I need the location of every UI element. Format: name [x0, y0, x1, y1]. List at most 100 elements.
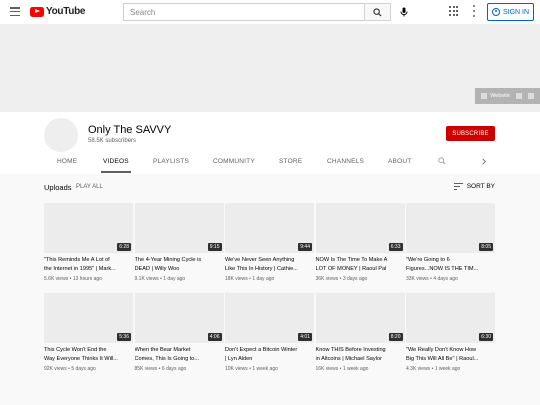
video-thumbnail[interactable]: 4:06	[134, 293, 224, 343]
video-thumbnail[interactable]: 6:33	[315, 203, 405, 253]
video-title[interactable]: "This Reminds Me A Lot of the Internet in…	[44, 256, 133, 273]
video-title-line: This Cycle Won't End the	[44, 347, 107, 353]
search-button[interactable]	[364, 3, 391, 21]
video-age: 13 hours ago	[72, 276, 102, 282]
video-title-line: Like This In History | Cathie...	[225, 265, 298, 272]
video-title-line: "We're Going to 6	[406, 257, 450, 263]
video-card[interactable]: 4:01 Don't Expect a Bitcoin Winter | Lyn A…	[225, 293, 314, 375]
video-title-line: Comes, This Is Going to...	[134, 355, 200, 362]
video-duration: 8:20	[388, 333, 403, 341]
video-title-line: the Internet in 1995" | Mark...	[44, 265, 116, 272]
video-title-line: Big This Will All Be" | Raoul...	[406, 355, 479, 362]
video-title-line: Way Everyone Thinks It Will...	[44, 355, 118, 362]
video-age: 1 week ago	[434, 366, 461, 372]
play-all-button[interactable]: PLAY ALL	[76, 184, 103, 190]
tab-videos[interactable]: VIDEOS	[101, 158, 131, 173]
menu-icon[interactable]	[10, 7, 20, 16]
video-age: 1 day ago	[252, 276, 275, 282]
video-views: 9.1K views	[134, 276, 159, 282]
chevron-right-icon[interactable]	[481, 158, 487, 165]
video-title-line: "We Really Don't Know How	[406, 347, 477, 353]
video-duration: 5:36	[117, 333, 131, 341]
video-age: 1 week ago	[342, 366, 369, 372]
video-meta: 92K views • 5 days ago	[44, 366, 96, 372]
video-meta: 18K views • 1 day ago	[225, 276, 274, 282]
sort-icon	[453, 183, 463, 190]
social-link-icon	[528, 93, 534, 99]
video-title[interactable]: This Cycle Won't End the Way Everyone Thi…	[44, 346, 133, 363]
sort-by-button[interactable]: SORT BY	[453, 183, 495, 190]
video-title[interactable]: Don't Expect a Bitcoin Winter | Lyn Alden	[225, 346, 314, 363]
channel-avatar[interactable]	[44, 118, 78, 152]
tab-channels[interactable]: CHANNELS	[327, 158, 364, 165]
video-card[interactable]: 8:05 "We're Going to 6 Figures...NOW IS TH…	[406, 203, 495, 285]
video-card[interactable]: 6:30 "We Really Don't Know How Big This Wi…	[406, 293, 495, 375]
banner-link-website[interactable]: Website	[481, 93, 510, 99]
video-meta: 9.1K views • 1 day ago	[135, 276, 186, 282]
video-age: 1 day ago	[163, 276, 186, 282]
video-thumbnail[interactable]: 9:15	[134, 203, 224, 253]
video-views: 4.3K views	[406, 366, 431, 372]
video-card[interactable]: 9:44 We've Never Seen Anything Like This I…	[225, 203, 314, 285]
channel-search-icon[interactable]	[438, 157, 446, 165]
video-card[interactable]: 6:33 NOW Is The Time To Make A LOT OF MONE…	[315, 203, 405, 285]
subscribe-button[interactable]: SUBSCRIBE	[446, 126, 495, 141]
video-duration: 6:33	[388, 243, 403, 251]
video-age: 6 days ago	[161, 366, 187, 372]
video-title[interactable]: "We're Going to 6 Figures...NOW IS THE TI…	[406, 256, 495, 273]
video-title[interactable]: We've Never Seen Anything Like This In Hi…	[225, 256, 314, 273]
tab-playlists[interactable]: PLAYLISTS	[153, 158, 189, 165]
video-thumbnail[interactable]: 6:28	[44, 203, 133, 253]
video-title-line: NOW Is The Time To Make A	[315, 257, 388, 263]
tab-about[interactable]: ABOUT	[388, 158, 411, 165]
microphone-icon	[400, 7, 408, 17]
video-card[interactable]: 5:36 This Cycle Won't End the Way Everyone…	[44, 293, 133, 375]
video-meta: 33K views • 4 days ago	[406, 276, 458, 282]
video-title-line: LOT OF MONEY | Raoul Pal	[315, 265, 387, 272]
video-thumbnail[interactable]: 9:44	[225, 203, 314, 253]
search-input[interactable]: Search	[123, 3, 364, 21]
apps-icon[interactable]	[449, 6, 459, 16]
video-views: 16K views	[315, 366, 339, 372]
video-card[interactable]: 6:28 "This Reminds Me A Lot of the Interne…	[44, 203, 133, 285]
video-age: 4 days ago	[433, 276, 458, 282]
video-views: 18K views	[225, 276, 248, 282]
video-card[interactable]: 8:20 Know THIS Before Investing in Altcoin…	[315, 293, 405, 375]
banner-link-label: Website	[490, 93, 510, 99]
youtube-logo[interactable]: YouTube	[30, 6, 86, 17]
tab-store[interactable]: STORE	[279, 158, 302, 165]
video-thumbnail[interactable]: 6:30	[406, 293, 495, 343]
video-thumbnail[interactable]: 8:20	[315, 293, 405, 343]
section-title: Uploads	[44, 183, 72, 192]
tab-community[interactable]: COMMUNITY	[213, 158, 255, 165]
more-options-icon[interactable]	[472, 5, 476, 17]
video-card[interactable]: 4:06 When the Bear Market Comes, This Is G…	[134, 293, 224, 375]
video-meta: 36K views • 3 days ago	[316, 276, 368, 282]
video-views: 36K views	[315, 276, 339, 282]
banner-link-social-2[interactable]	[528, 93, 534, 99]
video-title[interactable]: NOW Is The Time To Make A LOT OF MONEY | …	[316, 256, 405, 273]
video-age: 1 week ago	[252, 366, 278, 372]
video-card[interactable]: 9:15 The 4-Year Mining Cycle is DEAD | Wil…	[134, 203, 224, 285]
video-meta: 16K views • 1 week ago	[316, 366, 369, 372]
video-title[interactable]: When the Bear Market Comes, This Is Going…	[135, 346, 224, 363]
voice-search-button[interactable]	[397, 3, 411, 21]
video-title-line: DEAD | Willy Woo	[134, 265, 180, 272]
video-age: 3 days ago	[342, 276, 368, 282]
sign-in-button[interactable]: SIGN IN	[487, 3, 534, 21]
video-title[interactable]: The 4-Year Mining Cycle is DEAD | Willy W…	[135, 256, 224, 273]
video-thumbnail[interactable]: 8:05	[406, 203, 495, 253]
video-title-line: Figures...NOW IS THE TIM...	[406, 265, 479, 272]
video-views: 85K views	[134, 366, 158, 372]
channel-banner: Website	[0, 24, 540, 112]
video-meta: 10K views • 1 week ago	[225, 366, 278, 372]
tab-home[interactable]: HOME	[57, 158, 77, 165]
video-title[interactable]: "We Really Don't Know How Big This Will A…	[406, 346, 495, 363]
video-meta: 5.6K views • 13 hours ago	[44, 276, 102, 282]
banner-link-social-1[interactable]	[516, 93, 522, 99]
video-title-line: | Lyn Alden	[225, 355, 253, 362]
video-thumbnail[interactable]: 4:01	[225, 293, 314, 343]
video-age: 5 days ago	[71, 366, 96, 372]
video-thumbnail[interactable]: 5:36	[44, 293, 133, 343]
video-title[interactable]: Know THIS Before Investing in Altcoins | …	[316, 346, 405, 363]
